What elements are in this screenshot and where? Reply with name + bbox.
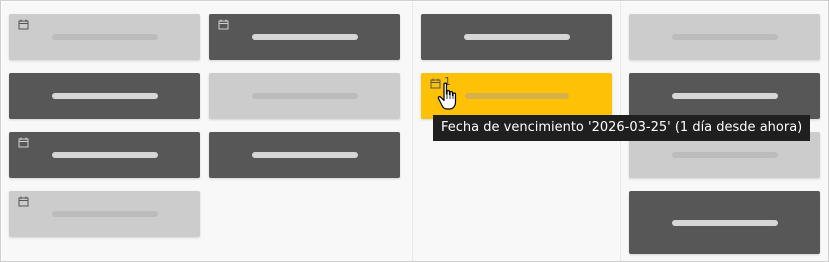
card[interactable]: [209, 14, 400, 60]
card-title-placeholder: [671, 219, 778, 226]
card[interactable]: [629, 73, 820, 119]
card[interactable]: [209, 132, 400, 178]
hand-pointer-icon: [437, 82, 457, 110]
card-title-placeholder: [671, 34, 778, 40]
card[interactable]: [421, 14, 612, 60]
card-title-placeholder: [671, 152, 778, 158]
due-date-tooltip: Fecha de vencimiento '2026-03-25' (1 día…: [433, 115, 811, 141]
card-title-placeholder: [51, 211, 158, 217]
calendar-icon: [18, 196, 29, 207]
card-title-placeholder: [51, 93, 158, 99]
card[interactable]: [629, 191, 820, 254]
card[interactable]: [9, 191, 200, 237]
card[interactable]: [629, 14, 820, 60]
calendar-icon: [18, 137, 29, 148]
card-title-placeholder: [671, 93, 778, 99]
card-title-placeholder: [51, 152, 158, 158]
card-title-placeholder: [251, 34, 358, 40]
card[interactable]: [9, 14, 200, 60]
card-title-placeholder: [51, 34, 158, 40]
card[interactable]: [209, 73, 400, 119]
card-title-placeholder: [251, 152, 358, 158]
card-title-placeholder: [464, 93, 569, 99]
card[interactable]: [9, 132, 200, 178]
card-title-placeholder: [463, 34, 570, 40]
calendar-icon: [18, 19, 29, 30]
card-title-placeholder: [251, 93, 358, 99]
calendar-icon: [218, 19, 229, 30]
card[interactable]: [9, 73, 200, 119]
